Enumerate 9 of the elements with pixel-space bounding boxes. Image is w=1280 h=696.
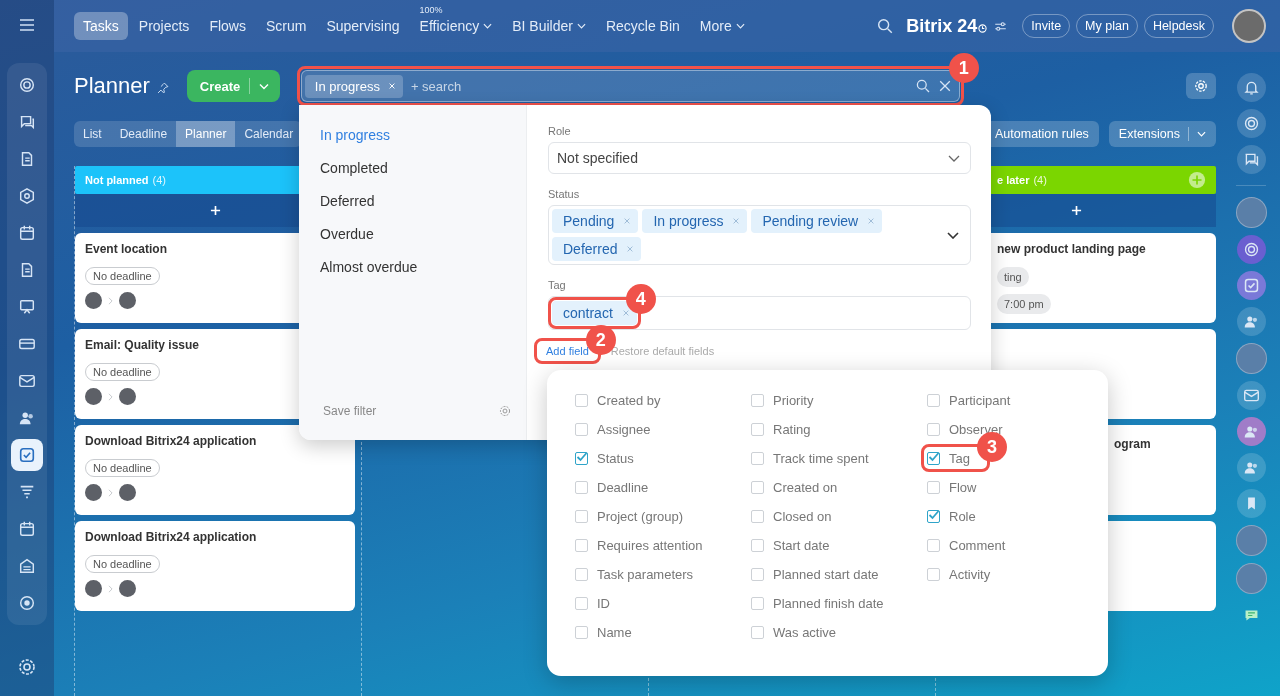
task-chip: ting	[997, 267, 1029, 287]
field-label: Status	[548, 188, 581, 200]
percent-label: 100%	[419, 5, 443, 15]
page-title: Planner	[74, 73, 150, 99]
task-chip: 7:00 pm	[997, 294, 1051, 314]
callout-number: 1	[948, 53, 979, 83]
field-label: Role	[548, 125, 572, 137]
callout-number: 4	[625, 284, 656, 314]
field-label: Tag	[548, 279, 567, 291]
